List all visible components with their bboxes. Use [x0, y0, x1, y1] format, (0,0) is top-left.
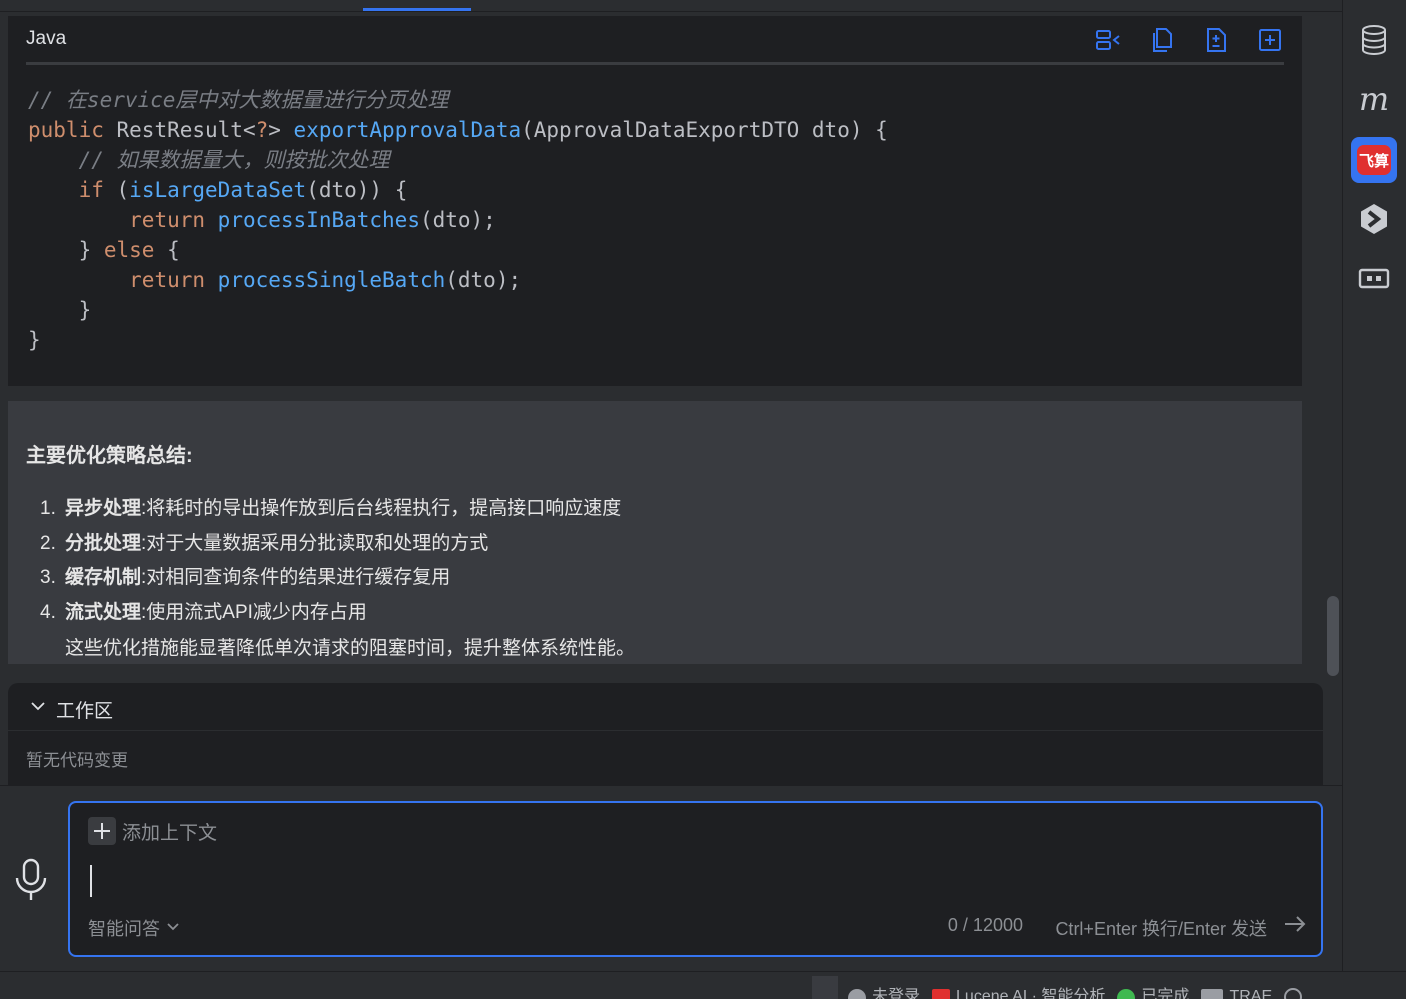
top-tab-strip: [0, 0, 1342, 12]
plugin-hex-icon[interactable]: [1351, 196, 1397, 242]
mode-dropdown[interactable]: 智能问答: [88, 915, 180, 941]
code-line: return processInBatches(dto);: [28, 205, 888, 235]
active-tab-indicator: [363, 8, 471, 11]
mode-label: 智能问答: [88, 919, 160, 939]
chat-input-area: 添加上下文 智能问答 0 / 12000 Ctrl+Enter 换行/Enter…: [0, 785, 1342, 971]
code-line: // 在service层中对大数据量进行分页处理: [28, 85, 888, 115]
workspace-header[interactable]: 工作区: [8, 683, 1323, 731]
status-bar-items: 未登录 Lucene AI · 智能分析 已完成 TRAE: [848, 986, 1303, 999]
chevron-down-icon: [166, 918, 180, 939]
code-line: // 如果数据量大，则按批次处理: [28, 145, 888, 175]
chevron-down-icon: [30, 698, 46, 719]
code-line: return processSingleBatch(dto);: [28, 265, 888, 295]
code-line: }: [28, 325, 888, 355]
database-icon[interactable]: [1351, 17, 1397, 63]
code-token: exportApprovalData: [293, 118, 522, 142]
summary-title: 主要优化策略总结:: [26, 445, 193, 467]
status-bar: 未登录 Lucene AI · 智能分析 已完成 TRAE: [0, 971, 1406, 999]
code-token: }: [28, 238, 104, 262]
copy-icon[interactable]: [1148, 26, 1176, 54]
code-token: isLargeDataSet: [129, 178, 307, 202]
insert-icon[interactable]: [1094, 26, 1122, 54]
status-icon: [1117, 989, 1136, 999]
workspace-title: 工作区: [56, 701, 114, 722]
code-token: return: [129, 208, 218, 232]
code-token: (dto)) {: [306, 178, 408, 202]
code-toolbar: [1094, 26, 1284, 54]
code-line: } else {: [28, 235, 888, 265]
code-token: (ApprovalDataExportDTO dto) {: [521, 118, 888, 142]
code-token: // 如果数据量大，则按批次处理: [78, 148, 390, 172]
code-header-divider: [26, 62, 1284, 65]
code-token: RestResult<: [116, 118, 256, 142]
code-token: }: [28, 328, 41, 352]
status-info[interactable]: [1284, 986, 1303, 999]
list-item: 3. 缓存机制: 对相同查询条件的结果进行缓存复用: [40, 567, 451, 588]
code-line: if (isLargeDataSet(dto)) {: [28, 175, 888, 205]
code-line: }: [28, 295, 888, 325]
code-token: (: [116, 178, 130, 202]
maven-icon[interactable]: m: [1351, 76, 1397, 122]
new-file-icon[interactable]: [1256, 26, 1284, 54]
code-token: ?: [255, 118, 269, 142]
status-trae[interactable]: TRAE: [1201, 986, 1272, 999]
code-token: >: [268, 118, 294, 142]
diff-icon[interactable]: [1202, 26, 1230, 54]
code-token: // 在service层中对大数据量进行分页处理: [28, 88, 449, 112]
workspace-panel: 工作区 暂无代码变更: [8, 683, 1323, 787]
status-login[interactable]: 未登录: [848, 986, 920, 999]
code-token: {: [167, 238, 180, 262]
summary-footer: 这些优化措施能显著降低单次请求的阻塞时间，提升整体系统性能。: [65, 638, 636, 659]
list-item: 4. 流式处理: 使用流式API减少内存占用: [40, 601, 367, 623]
chat-input-box[interactable]: 添加上下文 智能问答 0 / 12000 Ctrl+Enter 换行/Enter…: [68, 801, 1323, 957]
plus-icon: [88, 817, 116, 845]
code-language-label: Java: [26, 28, 67, 49]
code-token: processInBatches: [217, 208, 420, 232]
feishu-ai-icon[interactable]: 飞算: [1351, 137, 1397, 183]
send-hint: Ctrl+Enter 换行/Enter 发送: [1055, 919, 1267, 939]
trae-icon: [1201, 989, 1224, 999]
list-item: 2. 分批处理: 对于大量数据采用分批读取和处理的方式: [40, 532, 489, 554]
microphone-icon[interactable]: [14, 858, 48, 907]
list-item: 1. 异步处理: 将耗时的导出操作放到后台线程执行，提高接口响应速度: [40, 498, 622, 519]
status-bar-separator: [812, 976, 838, 999]
status-done[interactable]: 已完成: [1117, 986, 1189, 999]
status-ai[interactable]: Lucene AI · 智能分析: [932, 986, 1105, 999]
code-content[interactable]: // 在service层中对大数据量进行分页处理 public RestResul…: [28, 85, 888, 355]
right-tool-rail: m 飞算: [1342, 0, 1406, 971]
send-arrow-icon[interactable]: [1283, 914, 1307, 939]
code-token: public: [28, 118, 117, 142]
code-token: if: [78, 178, 117, 202]
workspace-empty-text: 暂无代码变更: [26, 751, 128, 770]
ide-chat-panel: Java // 在service层中对大数据量进行分页处理 public Rest…: [0, 0, 1406, 999]
text-caret[interactable]: [90, 865, 92, 897]
info-icon: [1284, 988, 1303, 999]
code-block: Java // 在service层中对大数据量进行分页处理 public Rest…: [8, 16, 1302, 386]
chat-terminal-icon[interactable]: [1351, 256, 1397, 302]
scrollbar-thumb[interactable]: [1327, 596, 1339, 676]
code-token: else: [103, 238, 168, 262]
add-context-button[interactable]: 添加上下文: [88, 817, 217, 845]
ai-icon: [932, 989, 951, 999]
code-block-header: Java: [8, 16, 1302, 62]
code-token: (dto);: [419, 208, 496, 232]
answer-summary: 主要优化策略总结: 1. 异步处理: 将耗时的导出操作放到后台线程执行，提高接口响…: [8, 401, 1302, 664]
code-token: return: [129, 268, 218, 292]
code-token: }: [28, 298, 92, 322]
code-token: (dto);: [445, 268, 522, 292]
code-token: processSingleBatch: [217, 268, 446, 292]
summary-list: 1. 异步处理: 将耗时的导出操作放到后台线程执行，提高接口响应速度 2. 分批处理…: [40, 493, 621, 631]
code-line: public RestResult<?> exportApprovalData(…: [28, 115, 888, 145]
user-icon: [848, 989, 866, 999]
add-context-label: 添加上下文: [122, 822, 218, 844]
char-counter: 0 / 12000: [947, 915, 1023, 935]
